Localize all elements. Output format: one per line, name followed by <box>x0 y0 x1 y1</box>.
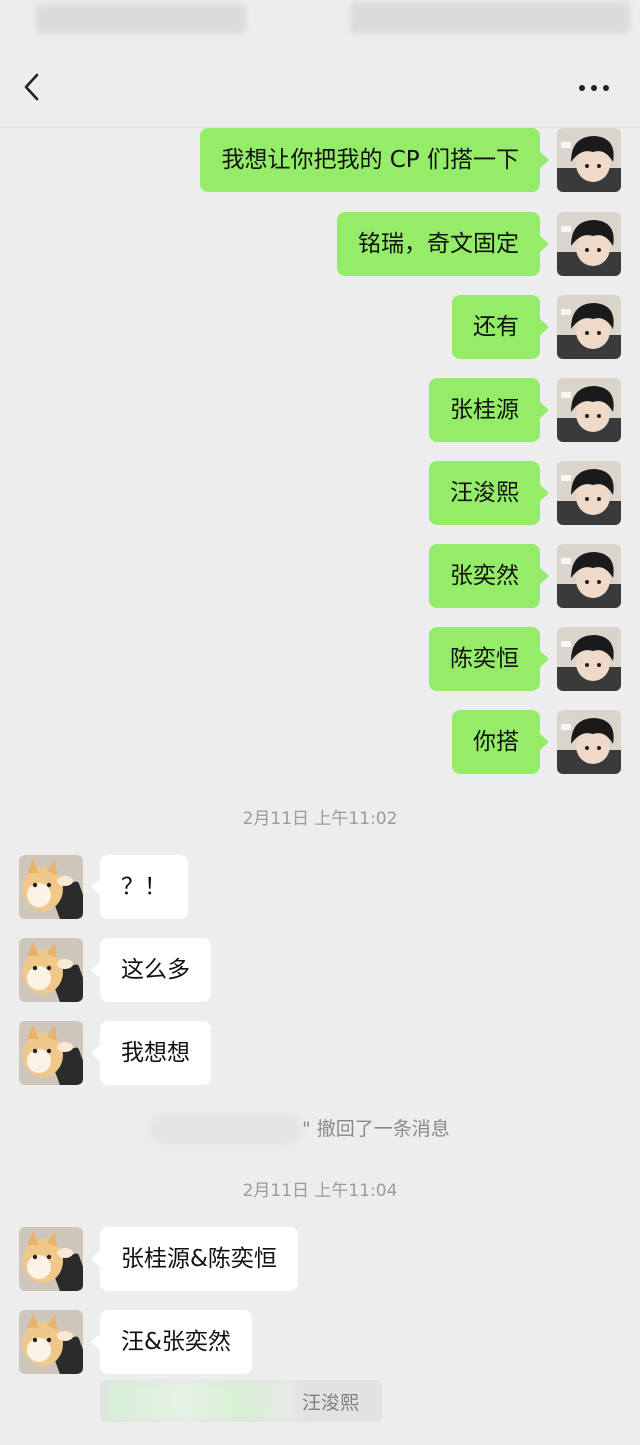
chat-screen: 我想让你把我的 CP 们搭一下 铭瑞，奇文固定 还有 张桂源 汪浚熙 张奕然 陈… <box>0 0 640 1445</box>
back-chevron-icon[interactable] <box>18 72 48 102</box>
quoted-message[interactable]: 汪浚熙 <box>100 1380 382 1422</box>
contact-avatar[interactable] <box>19 1021 83 1085</box>
recall-name-blurred <box>150 1114 300 1144</box>
contact-avatar[interactable] <box>19 855 83 919</box>
chat-title-bar <box>0 46 640 128</box>
contact-avatar[interactable] <box>19 938 83 1002</box>
status-bar <box>0 0 640 46</box>
my-avatar[interactable] <box>557 128 621 192</box>
my-avatar[interactable] <box>557 461 621 525</box>
outgoing-message: 我想让你把我的 CP 们搭一下 <box>0 128 640 192</box>
outgoing-message: 张奕然 <box>0 544 640 608</box>
my-avatar[interactable] <box>557 627 621 691</box>
timestamp: 2月11日 上午11:02 <box>242 809 398 829</box>
outgoing-message: 你搭 <box>0 710 640 774</box>
my-avatar[interactable] <box>557 544 621 608</box>
status-bar-blur-right <box>350 2 630 34</box>
message-bubble[interactable]: 汪浚熙 <box>429 461 549 525</box>
recall-notice: " 撤回了一条消息 <box>0 1110 640 1144</box>
contact-avatar[interactable] <box>19 1227 83 1291</box>
incoming-message: 这么多 <box>0 938 640 1002</box>
message-bubble[interactable]: 我想让你把我的 CP 们搭一下 <box>200 128 549 192</box>
my-avatar[interactable] <box>557 378 621 442</box>
incoming-message: ？！ <box>0 855 640 919</box>
message-bubble[interactable]: 汪&张奕然 <box>91 1310 252 1374</box>
outgoing-message: 汪浚熙 <box>0 461 640 525</box>
outgoing-message: 铭瑞，奇文固定 <box>0 212 640 276</box>
quoted-message-text: 汪浚熙 <box>302 1392 360 1414</box>
incoming-message: 张桂源&陈奕恒 <box>0 1227 640 1291</box>
status-bar-blur-left <box>36 4 246 34</box>
my-avatar[interactable] <box>557 710 621 774</box>
my-avatar[interactable] <box>557 212 621 276</box>
message-bubble[interactable]: 你搭 <box>452 710 549 774</box>
message-bubble[interactable]: 还有 <box>452 295 549 359</box>
outgoing-message: 陈奕恒 <box>0 627 640 691</box>
more-dots-icon[interactable] <box>574 80 614 94</box>
message-bubble[interactable]: 张桂源 <box>429 378 549 442</box>
message-bubble[interactable]: 陈奕恒 <box>429 627 549 691</box>
message-bubble[interactable]: ？！ <box>91 855 188 919</box>
contact-name-blurred <box>226 70 406 106</box>
message-bubble[interactable]: 我想想 <box>91 1021 211 1085</box>
incoming-message: 我想想 <box>0 1021 640 1085</box>
contact-avatar[interactable] <box>19 1310 83 1374</box>
quote-sender-blurred <box>108 1380 298 1422</box>
message-bubble[interactable]: 张桂源&陈奕恒 <box>91 1227 298 1291</box>
recall-notice-text: " 撤回了一条消息 <box>302 1118 450 1140</box>
incoming-message: 汪&张奕然 <box>0 1310 640 1374</box>
message-bubble[interactable]: 这么多 <box>91 938 211 1002</box>
message-bubble[interactable]: 张奕然 <box>429 544 549 608</box>
my-avatar[interactable] <box>557 295 621 359</box>
outgoing-message: 张桂源 <box>0 378 640 442</box>
message-bubble[interactable]: 铭瑞，奇文固定 <box>337 212 549 276</box>
outgoing-message: 还有 <box>0 295 640 359</box>
timestamp: 2月11日 上午11:04 <box>242 1181 398 1201</box>
